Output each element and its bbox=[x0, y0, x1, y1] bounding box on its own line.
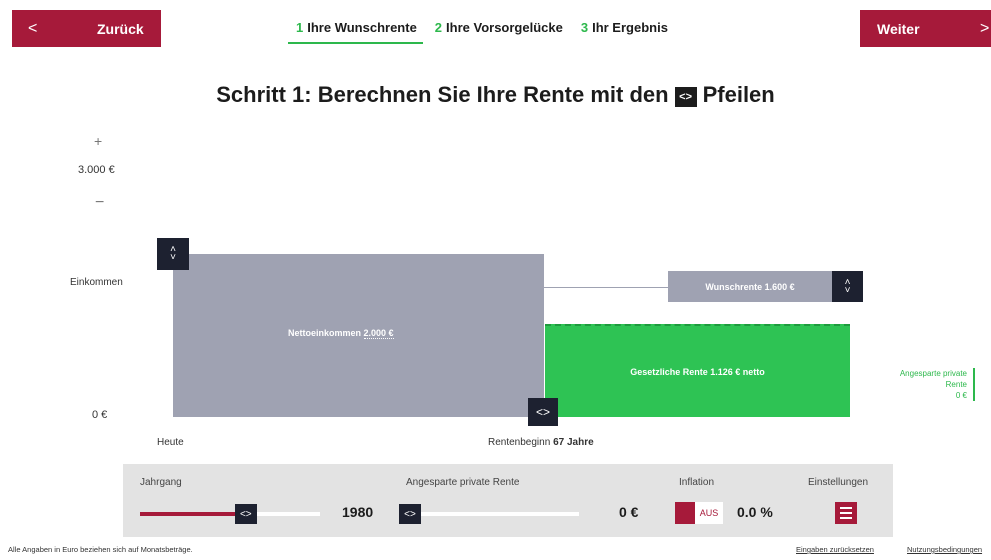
net-income-block: Nettoeinkommen 2.000 € bbox=[173, 254, 544, 417]
step-3-number: 3 bbox=[580, 20, 589, 35]
net-income-value[interactable]: 2.000 € bbox=[363, 328, 394, 339]
birth-year-slider-track[interactable] bbox=[140, 512, 320, 516]
private-pension-slider-track[interactable] bbox=[399, 512, 579, 516]
tab-step-3[interactable]: 3 Ihr Ergebnis bbox=[581, 20, 668, 43]
retirement-start-label: Rentenbeginn 67 Jahre bbox=[488, 437, 594, 448]
page-title-suffix: Pfeilen bbox=[702, 82, 775, 107]
private-pension-slider-handle[interactable]: <> bbox=[399, 504, 421, 524]
retirement-age-value: 67 Jahre bbox=[553, 437, 594, 448]
chevron-right-icon: > bbox=[980, 19, 990, 37]
back-button-label: Zurück bbox=[97, 20, 144, 37]
chevron-left-icon: < bbox=[28, 19, 38, 37]
statutory-pension-block: Gesetzliche Rente 1.126 € netto bbox=[545, 324, 850, 417]
income-axis-label: Einkommen bbox=[70, 277, 123, 288]
chevron-down-icon: ˅ bbox=[170, 252, 176, 263]
income-adjust-handle[interactable]: ˄ ˅ bbox=[157, 238, 189, 270]
control-panel: Jahrgang <> 1980 Angesparte private Rent… bbox=[123, 464, 893, 537]
birth-year-slider-fill bbox=[140, 512, 241, 516]
zoom-out-button[interactable]: − bbox=[95, 194, 104, 212]
birth-year-slider-handle[interactable]: <> bbox=[234, 504, 257, 524]
net-income-text: Nettoeinkommen bbox=[288, 328, 362, 338]
tab-step-1[interactable]: 1 Ihre Wunschrente bbox=[288, 20, 423, 44]
retirement-start-text: Rentenbeginn bbox=[488, 437, 551, 448]
inflation-toggle-state: AUS bbox=[695, 502, 723, 524]
wish-pension-block: Wunschrente 1.600 € bbox=[668, 271, 832, 302]
inflation-toggle[interactable]: AUS bbox=[675, 502, 723, 524]
private-pension-indicator: Angesparte private Rente 0 € bbox=[880, 368, 975, 401]
footnote: Alle Angaben in Euro beziehen sich auf M… bbox=[8, 545, 193, 554]
sliders-icon[interactable] bbox=[835, 502, 857, 524]
zero-axis-label: 0 € bbox=[92, 409, 108, 421]
private-pension-amount: 0 € bbox=[619, 504, 639, 520]
wish-adjust-handle[interactable]: ˄ ˅ bbox=[832, 271, 863, 302]
zoom-in-button[interactable]: + bbox=[94, 133, 102, 149]
inflation-title: Inflation bbox=[679, 477, 715, 488]
tab-step-2[interactable]: 2 Ihre Vorsorgelücke bbox=[435, 20, 563, 43]
private-pension-label-1: Angesparte private bbox=[899, 369, 967, 378]
chevron-down-icon: ˅ bbox=[844, 284, 851, 296]
private-pension-label-2: Rente bbox=[945, 380, 967, 389]
birth-year-title: Jahrgang bbox=[140, 477, 182, 488]
next-button[interactable]: Weiter > bbox=[860, 10, 991, 47]
step-1-number: 1 bbox=[296, 20, 304, 35]
scale-max-label: 3.000 € bbox=[78, 164, 115, 176]
arrows-icon: <> bbox=[674, 87, 697, 107]
inflation-toggle-knob bbox=[675, 502, 695, 524]
settings-title: Einstellungen bbox=[808, 477, 869, 488]
step-3-label: Ihr Ergebnis bbox=[592, 20, 668, 35]
page-title: Schritt 1: Berechnen Sie Ihre Rente mit … bbox=[0, 82, 991, 108]
next-button-label: Weiter bbox=[877, 20, 920, 37]
retirement-age-handle[interactable]: <> bbox=[528, 398, 558, 426]
step-2-number: 2 bbox=[434, 20, 443, 35]
reset-inputs-link[interactable]: Eingaben zurücksetzen bbox=[796, 545, 874, 554]
private-pension-value: 0 € bbox=[955, 391, 967, 400]
birth-year-value: 1980 bbox=[342, 504, 374, 520]
step-navigation: 1 Ihre Wunschrente 2 Ihre Vorsorgelücke 3I… bbox=[288, 20, 668, 44]
page-title-text: Schritt 1: Berechnen Sie Ihre Rente mit … bbox=[216, 82, 669, 107]
inflation-value: 0.0 % bbox=[737, 504, 773, 520]
terms-link[interactable]: Nutzungsbedingungen bbox=[907, 545, 982, 554]
wish-connector-line bbox=[544, 287, 669, 288]
net-income-label: Nettoeinkommen 2.000 € bbox=[288, 328, 394, 339]
step-1-label: Ihre Wunschrente bbox=[307, 20, 417, 35]
private-pension-title: Angesparte private Rente bbox=[406, 477, 520, 488]
back-button[interactable]: < Zurück bbox=[12, 10, 161, 47]
today-label: Heute bbox=[157, 437, 184, 448]
step-2-label: Ihre Vorsorgelücke bbox=[446, 20, 563, 35]
